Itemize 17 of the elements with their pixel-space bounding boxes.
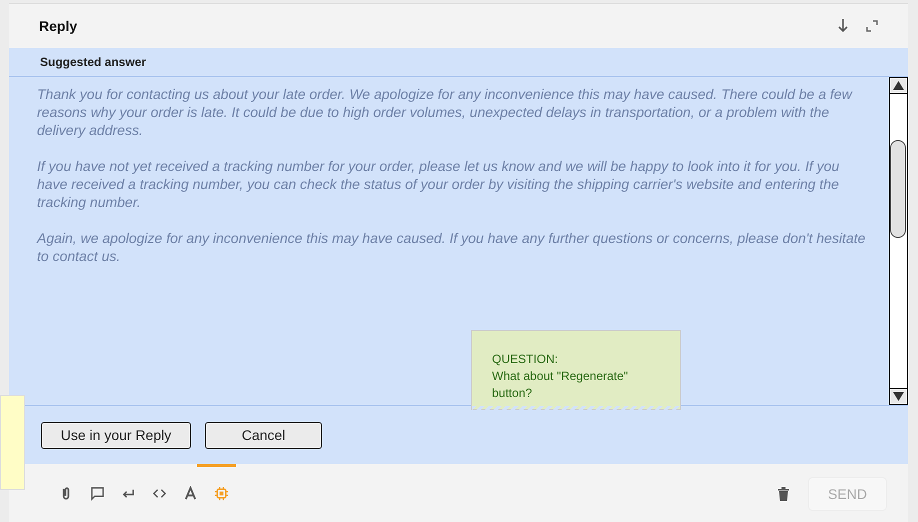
scroll-thumb[interactable] bbox=[890, 140, 906, 238]
scrollbar[interactable] bbox=[889, 77, 908, 405]
delete-icon[interactable] bbox=[778, 486, 789, 500]
cancel-button[interactable]: Cancel bbox=[205, 422, 322, 448]
download-icon[interactable] bbox=[838, 19, 848, 33]
note-text: QUESTION: bbox=[492, 351, 560, 368]
answer-paragraph: Again, we apologize for any inconvenience this may have caused. If you have any further questions or concerns, please don't hesitate to contact us. bbox=[37, 229, 866, 265]
answer-paragraph: Thank you for contacting us about your late order. We apologize for any inconvenience this may have caused. There could be a few reasons why your order is late. It could be due to high order volumes, unexpected delays in transportation, or a problem with the delivery address. bbox=[37, 85, 854, 139]
answer-paragraph: If you have not yet received a tracking number for your order, please let us know and we will be happy to look into it for you. If you have received a tracking number, you can check the status of your order by visiting the shipping carrier's website and entering the tracking number. bbox=[37, 157, 840, 211]
use-reply-button[interactable]: Use in your Reply bbox=[41, 422, 191, 448]
note-text: What about "Regenerate" bbox=[492, 368, 629, 385]
panel-title: Reply bbox=[39, 18, 78, 34]
scroll-down-icon[interactable] bbox=[890, 388, 907, 404]
expand-icon[interactable] bbox=[866, 20, 878, 32]
scroll-up-icon[interactable] bbox=[890, 78, 907, 94]
note-text: button? bbox=[492, 385, 534, 402]
section-title: Suggested answer bbox=[40, 55, 146, 69]
